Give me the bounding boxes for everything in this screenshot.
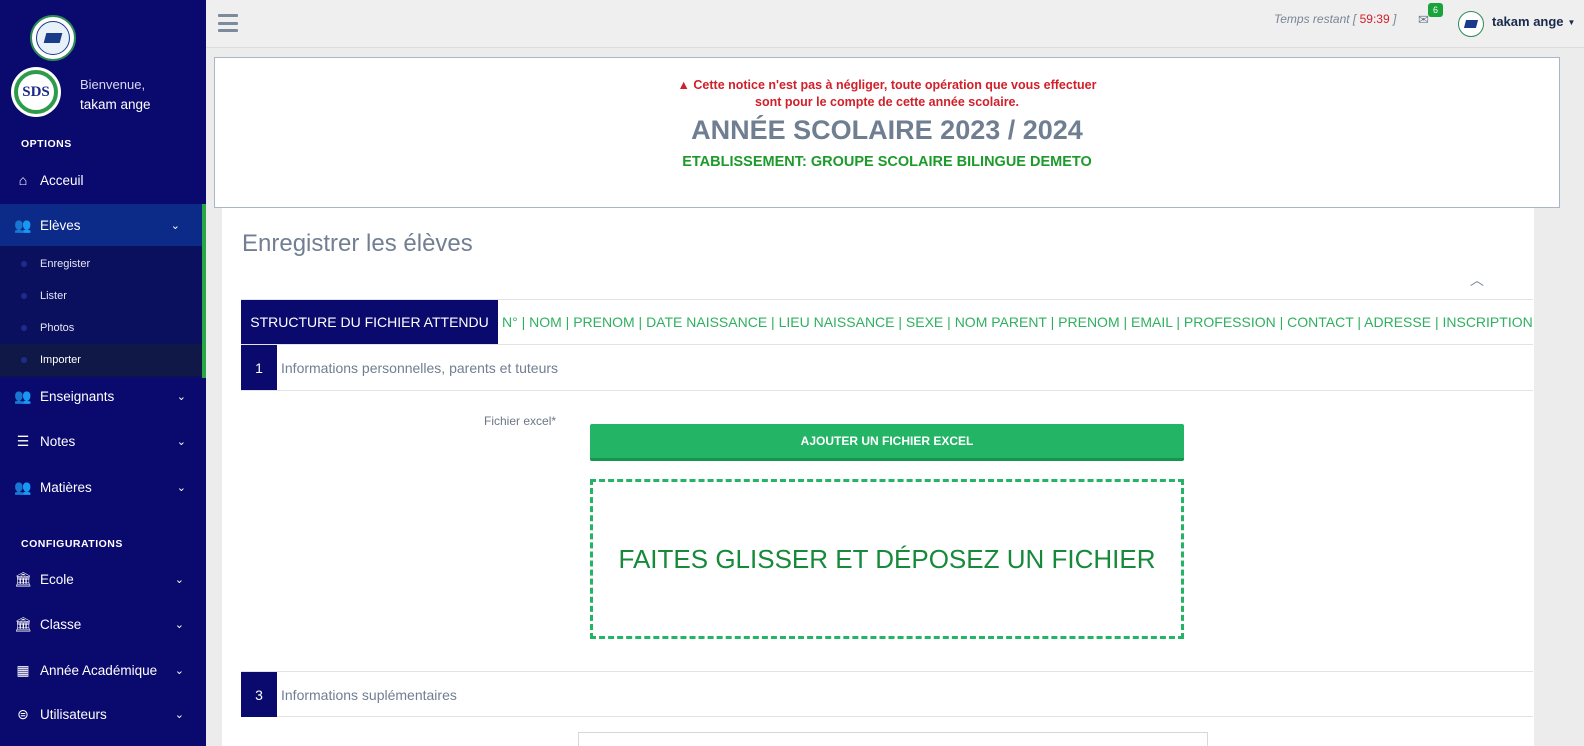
bank-icon: 🏛 bbox=[14, 570, 32, 587]
sidebar-item-eleves[interactable]: 👥 Elèves ⌄ bbox=[0, 204, 206, 246]
excel-file-label: Fichier excel* bbox=[484, 414, 557, 428]
sidebar-item-annee-academique[interactable]: ▦ Année Académique ⌄ bbox=[0, 649, 206, 691]
add-excel-button[interactable]: AJOUTER UN FICHIER EXCEL bbox=[590, 424, 1184, 461]
sidebar-item-notes[interactable]: ☰ Notes ⌄ bbox=[0, 420, 206, 462]
chevron-down-icon: ⌄ bbox=[176, 481, 186, 494]
bullet-icon bbox=[21, 293, 27, 299]
session-timer: Temps restant [ 59:39 ] bbox=[1274, 12, 1397, 26]
user-cog-icon: ⊜ bbox=[17, 705, 29, 722]
warning-icon: ▲ bbox=[677, 78, 690, 92]
bullet-icon bbox=[21, 357, 27, 363]
welcome-username: takam ange bbox=[80, 97, 151, 112]
step-3-header: 3 Informations suplémentaires bbox=[241, 671, 1533, 717]
mail-badge: 6 bbox=[1428, 3, 1444, 17]
file-structure-columns: N° | NOM | PRENOM | DATE NAISSANCE | LIE… bbox=[502, 314, 1533, 330]
file-structure-row: STRUCTURE DU FICHIER ATTENDU N° | NOM | … bbox=[241, 299, 1533, 345]
bullet-icon bbox=[21, 261, 27, 267]
sidebar-item-ecole[interactable]: 🏛 Ecole ⌄ bbox=[0, 558, 206, 600]
page-title: Enregistrer les élèves bbox=[242, 230, 473, 257]
avatar: SDS bbox=[11, 67, 61, 117]
additional-info-box[interactable] bbox=[578, 732, 1208, 746]
users-icon: 👥 bbox=[14, 478, 32, 495]
step-number: 3 bbox=[241, 672, 277, 717]
section-configurations: CONFIGURATIONS bbox=[21, 538, 123, 550]
sidebar-item-classe[interactable]: 🏛 Classe ⌄ bbox=[0, 603, 206, 645]
sidebar-item-matieres[interactable]: 👥 Matières ⌄ bbox=[0, 466, 206, 508]
file-dropzone[interactable]: FAITES GLISSER ET DÉPOSEZ UN FICHIER bbox=[590, 479, 1184, 639]
sidebar-item-accueil[interactable]: ⌂ Acceuil bbox=[0, 159, 206, 201]
submenu-item-enregister[interactable]: Enregister bbox=[0, 248, 202, 280]
notice-warning: ▲ Cette notice n'est pas à négliger, tou… bbox=[677, 78, 1097, 109]
menu-toggle-icon[interactable] bbox=[218, 14, 238, 32]
chevron-down-icon: ⌄ bbox=[176, 390, 186, 403]
user-menu[interactable]: takam ange ▼ bbox=[1492, 14, 1575, 29]
chevron-down-icon: ⌄ bbox=[174, 664, 184, 677]
bullet-icon bbox=[21, 325, 27, 331]
step-1-header: 1 Informations personnelles, parents et … bbox=[241, 345, 1533, 391]
users-icon: 👥 bbox=[14, 387, 32, 404]
collapse-up-icon[interactable]: ︿ bbox=[1470, 270, 1484, 290]
main-panel: Enregistrer les élèves ︿ STRUCTURE DU FI… bbox=[222, 208, 1534, 746]
school-year-title: ANNÉE SCOLAIRE 2023 / 2024 bbox=[691, 115, 1083, 145]
caret-down-icon: ▼ bbox=[1567, 18, 1576, 28]
file-structure-label: STRUCTURE DU FICHIER ATTENDU bbox=[241, 300, 498, 344]
bank-icon: 🏛 bbox=[14, 615, 32, 632]
submenu-item-photos[interactable]: Photos bbox=[0, 312, 202, 344]
step-number: 1 bbox=[241, 345, 277, 390]
sidebar-item-utilisateurs[interactable]: ⊜ Utilisateurs ⌄ bbox=[0, 693, 206, 735]
submenu-eleves: Enregister Lister Photos Importer bbox=[0, 246, 206, 378]
home-icon: ⌂ bbox=[18, 172, 28, 188]
book-icon bbox=[43, 33, 63, 43]
topbar: Temps restant [ 59:39 ] ✉ 6 takam ange ▼ bbox=[206, 0, 1584, 48]
table-icon: ▦ bbox=[16, 661, 30, 678]
chevron-down-icon: ⌄ bbox=[176, 435, 186, 448]
chevron-down-icon: ⌄ bbox=[174, 708, 184, 721]
chevron-down-icon: ⌄ bbox=[174, 618, 184, 631]
establishment-name: ETABLISSEMENT: GROUPE SCOLAIRE BILINGUE … bbox=[682, 154, 1092, 170]
submenu-item-importer[interactable]: Importer bbox=[0, 344, 202, 376]
chevron-down-icon: ⌄ bbox=[174, 573, 184, 586]
chevron-down-icon: ⌄ bbox=[170, 219, 180, 232]
school-year-notice: ▲ Cette notice n'est pas à négliger, tou… bbox=[214, 57, 1560, 208]
submenu-item-lister[interactable]: Lister bbox=[0, 280, 202, 312]
user-avatar-icon[interactable] bbox=[1458, 11, 1484, 37]
step-title: Informations suplémentaires bbox=[281, 687, 457, 703]
sidebar: SDS Bienvenue, takam ange OPTIONS ⌂ Acce… bbox=[0, 0, 206, 746]
welcome-text: Bienvenue, bbox=[80, 77, 146, 92]
timer-value: 59:39 bbox=[1359, 12, 1390, 26]
app-logo[interactable] bbox=[30, 15, 76, 61]
section-options: OPTIONS bbox=[21, 138, 72, 150]
list-icon: ☰ bbox=[16, 432, 30, 449]
sidebar-item-enseignants[interactable]: 👥 Enseignants ⌄ bbox=[0, 375, 206, 417]
users-icon: 👥 bbox=[14, 216, 32, 233]
step-title: Informations personnelles, parents et tu… bbox=[281, 360, 559, 376]
